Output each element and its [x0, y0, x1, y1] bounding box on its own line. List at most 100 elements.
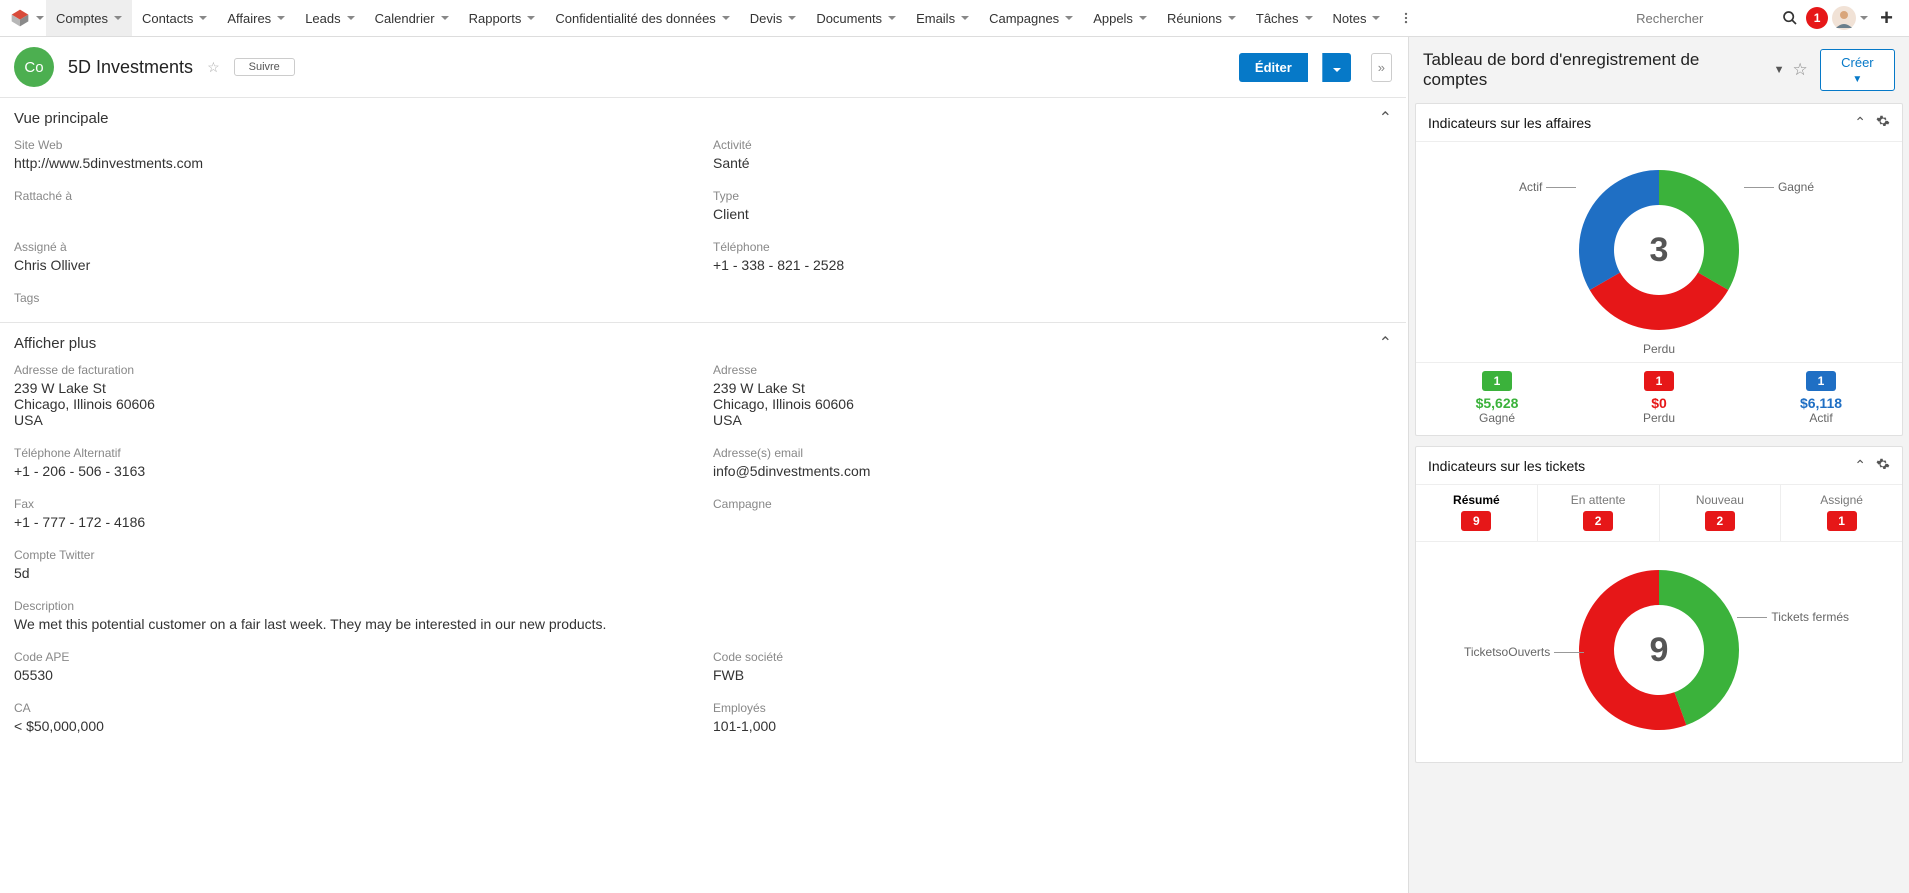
field-label: Description: [14, 599, 1392, 613]
nav-item-confidentialit-des-donn-es[interactable]: Confidentialité des données: [545, 0, 739, 36]
nav-item-calendrier[interactable]: Calendrier: [365, 0, 459, 36]
field-value: USA: [14, 412, 693, 428]
donut-center-value: 9: [1559, 550, 1759, 750]
nav-item-label: Emails: [916, 11, 955, 26]
nav-item-documents[interactable]: Documents: [806, 0, 906, 36]
nav-item-label: Campagnes: [989, 11, 1059, 26]
follow-button[interactable]: Suivre: [234, 58, 295, 76]
nav-overflow[interactable]: [1392, 4, 1420, 32]
kpi-label: Actif: [1740, 411, 1902, 425]
nav-item-label: Contacts: [142, 11, 193, 26]
ticket-tab-nouveau[interactable]: Nouveau2: [1660, 485, 1782, 541]
field-value: Client: [713, 206, 1392, 222]
collapse-icon[interactable]: ⌃: [1854, 457, 1866, 474]
field-label: Assigné à: [14, 240, 693, 254]
kpi-gagné[interactable]: 1$5,628Gagné: [1416, 363, 1578, 435]
nav-item-campagnes[interactable]: Campagnes: [979, 0, 1083, 36]
record-detail-pane: Co 5D Investments ☆ Suivre Éditer » Vue …: [0, 37, 1409, 893]
nav-item-r-unions[interactable]: Réunions: [1157, 0, 1246, 36]
kpi-actif[interactable]: 1$6,118Actif: [1740, 363, 1902, 435]
field-value: 101-1,000: [713, 718, 1392, 734]
field-value: 239 W Lake St: [713, 380, 1392, 396]
ticket-tab-assign-[interactable]: Assigné1: [1781, 485, 1902, 541]
phone-link[interactable]: +1 - 338 - 821 - 2528: [713, 257, 844, 273]
nav-item-label: Devis: [750, 11, 783, 26]
chevron-down-icon: [888, 16, 896, 20]
gear-icon[interactable]: [1876, 457, 1890, 474]
field-label: Code société: [713, 650, 1392, 664]
nav-item-label: Rapports: [469, 11, 522, 26]
favorite-star-icon[interactable]: ☆: [1793, 60, 1808, 80]
assigned-user-link[interactable]: Chris Olliver: [14, 257, 90, 273]
nav-item-devis[interactable]: Devis: [740, 0, 807, 36]
nav-item-label: Calendrier: [375, 11, 435, 26]
chevron-down-icon: [1228, 16, 1236, 20]
dashlet-deals: Indicateurs sur les affaires ⌃: [1415, 103, 1903, 436]
create-button[interactable]: Créer ▼: [1820, 49, 1895, 91]
nav-item-comptes[interactable]: Comptes: [46, 0, 132, 36]
user-avatar[interactable]: [1830, 4, 1858, 32]
chevron-down-icon: [961, 16, 969, 20]
nav-item-rapports[interactable]: Rapports: [459, 0, 546, 36]
field-label: Fax: [14, 497, 693, 511]
kpi-label: Perdu: [1578, 411, 1740, 425]
field-label: Téléphone: [713, 240, 1392, 254]
chevron-down-icon[interactable]: ▼: [1774, 64, 1785, 76]
website-link[interactable]: http://www.5dinvestments.com: [14, 155, 203, 171]
field-label: Adresse(s) email: [713, 446, 1392, 460]
deals-donut-chart: 3 Actif Gagné Perdu: [1559, 150, 1759, 350]
search-input[interactable]: [1628, 5, 1774, 32]
ticket-tab-en-attente[interactable]: En attente2: [1538, 485, 1660, 541]
chevron-up-icon[interactable]: ⌃: [1379, 108, 1392, 128]
notification-badge[interactable]: 1: [1806, 7, 1828, 29]
field-value: 05530: [14, 667, 693, 683]
section-show-more[interactable]: Afficher plus ⌃: [0, 323, 1406, 363]
chevron-down-icon: [114, 16, 122, 20]
collapse-sidebar-button[interactable]: »: [1371, 53, 1392, 82]
dashlet-title: Indicateurs sur les tickets: [1428, 458, 1585, 474]
nav-item-affaires[interactable]: Affaires: [217, 0, 295, 36]
nav-item-label: Affaires: [227, 11, 271, 26]
kpi-count: 1: [1482, 371, 1512, 391]
search-icon[interactable]: [1776, 4, 1804, 32]
fax-link[interactable]: +1 - 777 - 172 - 4186: [14, 514, 145, 530]
app-menu-caret[interactable]: [36, 16, 44, 20]
nav-item-leads[interactable]: Leads: [295, 0, 364, 36]
field-value: USA: [713, 412, 1392, 428]
app-logo[interactable]: [6, 4, 34, 32]
edit-dropdown-button[interactable]: [1322, 53, 1351, 82]
dashlet-title: Indicateurs sur les affaires: [1428, 115, 1591, 131]
dashboard-title[interactable]: Tableau de bord d'enregistrement de comp…: [1423, 50, 1766, 90]
tickets-donut-chart: 9 TicketsoOuverts Tickets fermés: [1559, 550, 1759, 750]
kpi-perdu[interactable]: 1$0Perdu: [1578, 363, 1740, 435]
chevron-down-icon: [788, 16, 796, 20]
chevron-down-icon: [1139, 16, 1147, 20]
email-link[interactable]: info@5dinvestments.com: [713, 463, 870, 479]
global-create-button[interactable]: +: [1870, 5, 1903, 31]
altphone-link[interactable]: +1 - 206 - 506 - 3163: [14, 463, 145, 479]
gear-icon[interactable]: [1876, 114, 1890, 131]
field-value: FWB: [713, 667, 1392, 683]
ticket-tab-name: Résumé: [1416, 493, 1537, 507]
user-menu-caret[interactable]: [1860, 16, 1868, 20]
chevron-up-icon[interactable]: ⌃: [1379, 333, 1392, 353]
nav-item-t-ches[interactable]: Tâches: [1246, 0, 1323, 36]
nav-item-notes[interactable]: Notes: [1323, 0, 1391, 36]
ticket-tab-r-sum-[interactable]: Résumé9: [1416, 485, 1538, 541]
ticket-tab-name: Nouveau: [1660, 493, 1781, 507]
field-label: Site Web: [14, 138, 693, 152]
edit-button[interactable]: Éditer: [1239, 53, 1308, 82]
collapse-icon[interactable]: ⌃: [1854, 114, 1866, 131]
chevron-down-icon: [199, 16, 207, 20]
nav-item-appels[interactable]: Appels: [1083, 0, 1157, 36]
favorite-star-icon[interactable]: ☆: [207, 59, 220, 76]
ticket-tab-count: 2: [1583, 511, 1613, 531]
field-value: Chicago, Illinois 60606: [713, 396, 1392, 412]
nav-item-contacts[interactable]: Contacts: [132, 0, 217, 36]
chevron-down-icon: [347, 16, 355, 20]
nav-item-label: Appels: [1093, 11, 1133, 26]
record-avatar: Co: [14, 47, 54, 87]
section-main-view[interactable]: Vue principale ⌃: [0, 98, 1406, 138]
ticket-tab-count: 1: [1827, 511, 1857, 531]
nav-item-emails[interactable]: Emails: [906, 0, 979, 36]
